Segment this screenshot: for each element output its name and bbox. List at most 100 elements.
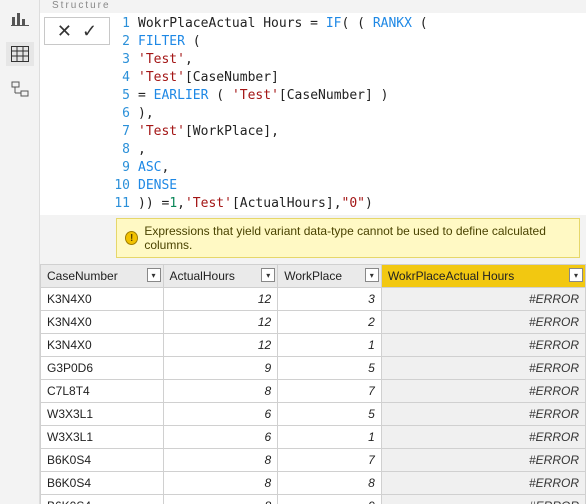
cell-calc-error[interactable]: #ERROR — [381, 357, 585, 380]
table-row[interactable]: K3N4X0121#ERROR — [41, 334, 586, 357]
cell-casenumber[interactable]: B6K0S4 — [41, 472, 164, 495]
code-text[interactable]: , — [138, 141, 146, 159]
table-row[interactable]: G3P0D695#ERROR — [41, 357, 586, 380]
code-line[interactable]: 3'Test', — [110, 51, 586, 69]
code-line[interactable]: 5= EARLIER ( 'Test'[CaseNumber] ) — [110, 87, 586, 105]
formula-warning: ! Expressions that yield variant data-ty… — [116, 218, 580, 258]
cell-casenumber[interactable]: B6K0S4 — [41, 495, 164, 504]
filter-dropdown-icon[interactable]: ▾ — [365, 268, 379, 282]
formula-commit-button[interactable]: ✓ — [80, 22, 99, 40]
line-number: 5 — [110, 87, 138, 105]
cell-casenumber[interactable]: B6K0S4 — [41, 449, 164, 472]
code-text[interactable]: FILTER ( — [138, 33, 201, 51]
table-row[interactable]: B6K0S488#ERROR — [41, 472, 586, 495]
column-label: WorkPlace — [284, 269, 342, 283]
cell-actualhours[interactable]: 6 — [163, 403, 278, 426]
cell-actualhours[interactable]: 8 — [163, 380, 278, 403]
cell-calc-error[interactable]: #ERROR — [381, 495, 585, 504]
column-header[interactable]: ActualHours▾ — [163, 265, 278, 288]
code-text[interactable]: ASC, — [138, 159, 169, 177]
filter-dropdown-icon[interactable]: ▾ — [147, 268, 161, 282]
code-text[interactable]: = EARLIER ( 'Test'[CaseNumber] ) — [138, 87, 388, 105]
code-line[interactable]: 4'Test'[CaseNumber] — [110, 69, 586, 87]
cell-workplace[interactable]: 7 — [278, 380, 382, 403]
filter-dropdown-icon[interactable]: ▾ — [569, 268, 583, 282]
warning-icon: ! — [125, 231, 138, 245]
cell-actualhours[interactable]: 8 — [163, 495, 278, 504]
cell-workplace[interactable]: 2 — [278, 311, 382, 334]
code-text[interactable]: DENSE — [138, 177, 177, 195]
cell-actualhours[interactable]: 8 — [163, 472, 278, 495]
cell-actualhours[interactable]: 9 — [163, 357, 278, 380]
cell-calc-error[interactable]: #ERROR — [381, 334, 585, 357]
code-text[interactable]: ), — [138, 105, 154, 123]
cell-actualhours[interactable]: 12 — [163, 288, 278, 311]
code-text[interactable]: 'Test'[CaseNumber] — [138, 69, 279, 87]
code-line[interactable]: 7'Test'[WorkPlace], — [110, 123, 586, 141]
cell-casenumber[interactable]: W3X3L1 — [41, 426, 164, 449]
table-row[interactable]: W3X3L161#ERROR — [41, 426, 586, 449]
code-line[interactable]: 1WokrPlaceActual Hours = IF( ( RANKX ( — [110, 15, 586, 33]
cell-calc-error[interactable]: #ERROR — [381, 472, 585, 495]
table-row[interactable]: C7L8T487#ERROR — [41, 380, 586, 403]
cell-workplace[interactable]: 1 — [278, 426, 382, 449]
column-label: CaseNumber — [47, 269, 118, 283]
code-line[interactable]: 2FILTER ( — [110, 33, 586, 51]
column-header[interactable]: CaseNumber ▾ — [41, 265, 164, 288]
cell-casenumber[interactable]: G3P0D6 — [41, 357, 164, 380]
cell-actualhours[interactable]: 12 — [163, 311, 278, 334]
data-view-button[interactable] — [6, 42, 34, 66]
cell-calc-error[interactable]: #ERROR — [381, 288, 585, 311]
formula-bar: ✕ ✓ 1WokrPlaceActual Hours = IF( ( RANKX… — [40, 13, 586, 215]
line-number: 3 — [110, 51, 138, 69]
filter-dropdown-icon[interactable]: ▾ — [261, 268, 275, 282]
cell-casenumber[interactable]: C7L8T4 — [41, 380, 164, 403]
cell-casenumber[interactable]: W3X3L1 — [41, 403, 164, 426]
code-line[interactable]: 9ASC, — [110, 159, 586, 177]
table-row[interactable]: K3N4X0122#ERROR — [41, 311, 586, 334]
cell-casenumber[interactable]: K3N4X0 — [41, 311, 164, 334]
cell-calc-error[interactable]: #ERROR — [381, 403, 585, 426]
line-number: 8 — [110, 141, 138, 159]
formula-cancel-button[interactable]: ✕ — [55, 22, 74, 40]
cell-workplace[interactable]: 7 — [278, 449, 382, 472]
code-line[interactable]: 8, — [110, 141, 586, 159]
cell-actualhours[interactable]: 8 — [163, 449, 278, 472]
cell-workplace[interactable]: 8 — [278, 472, 382, 495]
table-row[interactable]: B6K0S487#ERROR — [41, 449, 586, 472]
code-text[interactable]: 'Test', — [138, 51, 193, 69]
cell-calc-error[interactable]: #ERROR — [381, 449, 585, 472]
code-line[interactable]: 6), — [110, 105, 586, 123]
chart-bar-icon — [11, 10, 29, 26]
report-view-button[interactable] — [6, 6, 34, 30]
model-view-icon — [11, 81, 29, 99]
code-line[interactable]: 11)) =1,'Test'[ActualHours],"0") — [110, 195, 586, 213]
line-number: 2 — [110, 33, 138, 51]
cell-workplace[interactable]: 9 — [278, 495, 382, 504]
code-line[interactable]: 10DENSE — [110, 177, 586, 195]
line-number: 7 — [110, 123, 138, 141]
cell-workplace[interactable]: 1 — [278, 334, 382, 357]
code-text[interactable]: )) =1,'Test'[ActualHours],"0") — [138, 195, 373, 213]
cell-actualhours[interactable]: 6 — [163, 426, 278, 449]
cell-casenumber[interactable]: K3N4X0 — [41, 288, 164, 311]
column-header[interactable]: WorkPlace ▾ — [278, 265, 382, 288]
code-text[interactable]: WokrPlaceActual Hours = IF( ( RANKX ( — [138, 15, 428, 33]
model-view-button[interactable] — [6, 78, 34, 102]
cell-actualhours[interactable]: 12 — [163, 334, 278, 357]
cell-casenumber[interactable]: K3N4X0 — [41, 334, 164, 357]
cell-calc-error[interactable]: #ERROR — [381, 311, 585, 334]
cell-workplace[interactable]: 5 — [278, 357, 382, 380]
cell-workplace[interactable]: 3 — [278, 288, 382, 311]
table-row[interactable]: B6K0S489#ERROR — [41, 495, 586, 504]
ribbon-hints: Structure — [40, 0, 586, 13]
table-row[interactable]: K3N4X0123#ERROR — [41, 288, 586, 311]
code-text[interactable]: 'Test'[WorkPlace], — [138, 123, 279, 141]
column-header[interactable]: WokrPlaceActual Hours▾ — [381, 265, 585, 288]
cell-calc-error[interactable]: #ERROR — [381, 426, 585, 449]
cell-calc-error[interactable]: #ERROR — [381, 380, 585, 403]
table-row[interactable]: W3X3L165#ERROR — [41, 403, 586, 426]
cell-workplace[interactable]: 5 — [278, 403, 382, 426]
formula-editor[interactable]: 1WokrPlaceActual Hours = IF( ( RANKX (2F… — [110, 13, 586, 215]
data-grid[interactable]: CaseNumber▾ActualHours▾WorkPlace▾WokrPla… — [40, 264, 586, 504]
